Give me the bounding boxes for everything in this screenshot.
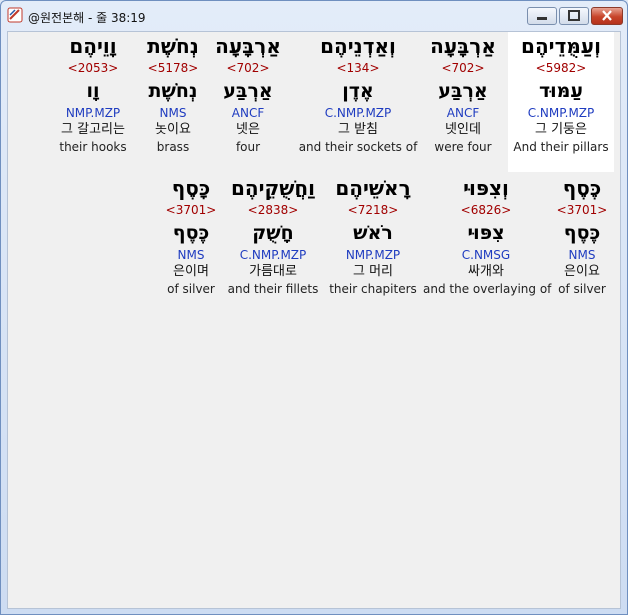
hebrew-word: וָוֵיהֶם bbox=[69, 34, 117, 58]
morphology-code: NMS bbox=[568, 248, 596, 262]
morphology-code: NMP.MZP bbox=[65, 106, 121, 120]
korean-gloss: 넷은 bbox=[236, 122, 260, 137]
morphology-code: ANCF bbox=[231, 106, 265, 120]
english-gloss: were four bbox=[434, 140, 492, 154]
strong-number[interactable]: <7218> bbox=[326, 202, 420, 218]
english-gloss: their hooks bbox=[59, 140, 127, 154]
lemma-word: אַרְבַּע bbox=[223, 80, 273, 102]
title-bar[interactable]: @원전본해 - 줄 38:19 bbox=[1, 1, 627, 31]
lemma-word: אַרְבַּע bbox=[438, 80, 488, 102]
morphology-code: NMP.MZP bbox=[345, 248, 401, 262]
word-block[interactable]: וְאַדְנֵיהֶם <134> אֶדֶן C.NMP.MZP 그 받침 … bbox=[298, 32, 418, 172]
word-block[interactable]: וְעַמֻּדֵיהֶם <5982> עַמּוּד C.NMP.MZP 그… bbox=[508, 32, 614, 172]
word-block[interactable]: נְחֹשֶׁת <5178> נְחֹשֶׁת NMS 놋이요 brass bbox=[142, 32, 204, 172]
lemma-word: צִפּוּי bbox=[467, 222, 505, 244]
strong-number[interactable]: <3701> bbox=[162, 202, 220, 218]
window-title: @원전본해 - 줄 38:19 bbox=[28, 11, 146, 25]
lemma-word: וָו bbox=[86, 80, 100, 102]
morphology-code: C.NMP.MZP bbox=[239, 248, 307, 262]
hebrew-word: אַרְבָּעָה bbox=[430, 34, 496, 58]
minimize-button[interactable] bbox=[527, 7, 557, 25]
korean-gloss: 그 받침 bbox=[337, 122, 378, 137]
hebrew-word: רָאשֵׁיהֶם bbox=[335, 176, 411, 200]
english-gloss: and their sockets of bbox=[298, 140, 418, 154]
strong-number[interactable]: <3701> bbox=[553, 202, 611, 218]
hebrew-word: נְחֹשֶׁת bbox=[147, 34, 199, 58]
lemma-word: כֶּסֶף bbox=[563, 222, 601, 244]
app-icon[interactable] bbox=[7, 7, 23, 23]
strong-number[interactable]: <5982> bbox=[508, 60, 614, 76]
morphology-code: C.NMP.MZP bbox=[527, 106, 595, 120]
english-gloss: their chapiters bbox=[329, 282, 417, 296]
hebrew-word: כֶּסֶף bbox=[562, 176, 602, 200]
hebrew-word: וְעַמֻּדֵיהֶם bbox=[521, 34, 601, 58]
word-block[interactable]: וְצִפּוּי <6826> צִפּוּי C.NMSG 싸개와 and … bbox=[423, 174, 552, 314]
korean-gloss: 은이며 bbox=[173, 264, 209, 279]
maximize-button[interactable] bbox=[559, 7, 589, 25]
morphology-code: C.NMSG bbox=[461, 248, 511, 262]
word-block[interactable]: וַחֲשֻׁקֵיהֶם <2838> חָשֻׁק C.NMP.MZP 가름… bbox=[224, 174, 322, 314]
lemma-word: עַמּוּד bbox=[538, 80, 584, 102]
morphology-code: NMS bbox=[159, 106, 187, 120]
strong-number[interactable]: <702> bbox=[208, 60, 288, 76]
hebrew-word: וַחֲשֻׁקֵיהֶם bbox=[230, 176, 316, 200]
english-gloss: And their pillars bbox=[513, 140, 609, 154]
english-gloss: and the overlaying of bbox=[423, 282, 552, 296]
korean-gloss: 놋이요 bbox=[155, 122, 191, 137]
close-button[interactable] bbox=[591, 7, 623, 25]
strong-number[interactable]: <134> bbox=[298, 60, 418, 76]
app-window: @원전본해 - 줄 38:19 וְעַמֻּדֵיהֶם <5982> עַמ… bbox=[0, 0, 628, 615]
korean-gloss: 싸개와 bbox=[468, 264, 504, 279]
korean-gloss: 그 갈고리는 bbox=[61, 122, 125, 137]
strong-number[interactable]: <5178> bbox=[142, 60, 204, 76]
english-gloss: of silver bbox=[558, 282, 606, 296]
hebrew-word: וְאַדְנֵיהֶם bbox=[320, 34, 396, 58]
word-block[interactable]: כָּסֶף <3701> כֶּסֶף NMS 은이며 of silver bbox=[162, 174, 220, 314]
word-block[interactable]: רָאשֵׁיהֶם <7218> רֹאשׁ NMP.MZP 그 머리 the… bbox=[326, 174, 420, 314]
strong-number[interactable]: <2838> bbox=[224, 202, 322, 218]
hebrew-word: כָּסֶף bbox=[171, 176, 211, 200]
word-block[interactable]: כֶּסֶף <3701> כֶּסֶף NMS 은이요 of silver bbox=[553, 174, 611, 314]
lemma-word: כֶּסֶף bbox=[172, 222, 210, 244]
interlinear-panel[interactable]: וְעַמֻּדֵיהֶם <5982> עַמּוּד C.NMP.MZP 그… bbox=[7, 31, 621, 609]
korean-gloss: 은이요 bbox=[564, 264, 600, 279]
morphology-code: NMS bbox=[177, 248, 205, 262]
word-block[interactable]: אַרְבָּעָה <702> אַרְבַּע ANCF 넷인데 were … bbox=[418, 32, 508, 172]
korean-gloss: 그 기둥은 bbox=[535, 122, 587, 137]
lemma-word: רֹאשׁ bbox=[353, 222, 393, 244]
strong-number[interactable]: <2053> bbox=[48, 60, 138, 76]
hebrew-word: וְצִפּוּי bbox=[463, 176, 509, 200]
word-block[interactable]: וָוֵיהֶם <2053> וָו NMP.MZP 그 갈고리는 their… bbox=[48, 32, 138, 172]
strong-number[interactable]: <702> bbox=[418, 60, 508, 76]
strong-number[interactable]: <6826> bbox=[423, 202, 549, 218]
morphology-code: C.NMP.MZP bbox=[324, 106, 392, 120]
lemma-word: נְחֹשֶׁת bbox=[148, 80, 198, 102]
korean-gloss: 넷인데 bbox=[445, 122, 481, 137]
korean-gloss: 가름대로 bbox=[249, 264, 297, 279]
english-gloss: four bbox=[235, 140, 261, 154]
word-block[interactable]: אַרְבָּעָה <702> אַרְבַּע ANCF 넷은 four bbox=[208, 32, 288, 172]
korean-gloss: 그 머리 bbox=[352, 264, 393, 279]
english-gloss: and their fillets bbox=[227, 282, 319, 296]
hebrew-word: אַרְבָּעָה bbox=[215, 34, 281, 58]
morphology-code: ANCF bbox=[446, 106, 480, 120]
english-gloss: brass bbox=[156, 140, 190, 154]
english-gloss: of silver bbox=[167, 282, 215, 296]
lemma-word: חָשֻׁק bbox=[252, 222, 294, 244]
lemma-word: אֶדֶן bbox=[342, 80, 374, 102]
